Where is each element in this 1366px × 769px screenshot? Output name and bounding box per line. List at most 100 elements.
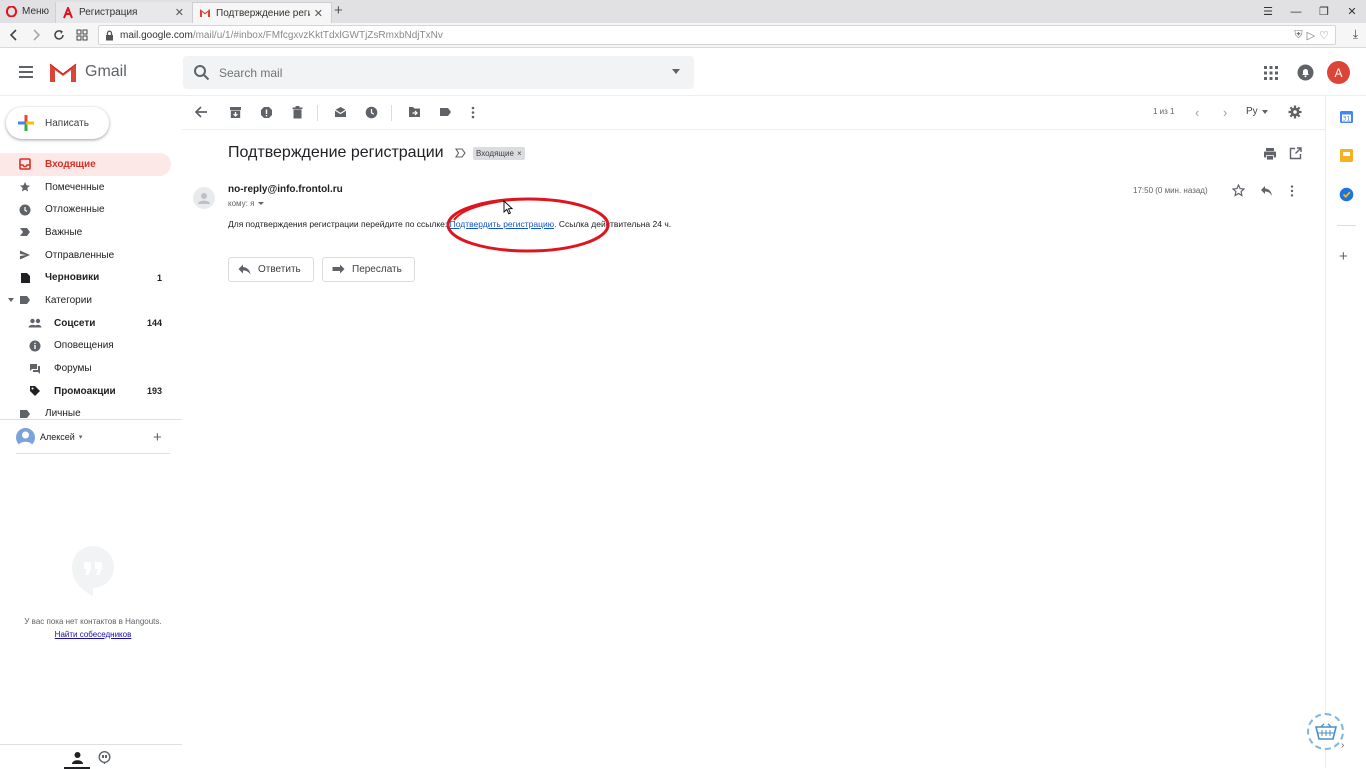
- forward-button[interactable]: Переслать: [322, 257, 415, 282]
- notifications-icon[interactable]: [1297, 64, 1314, 81]
- new-tab-plus-icon[interactable]: +: [334, 2, 343, 19]
- site-favicon-icon: [62, 6, 74, 19]
- minimize-icon[interactable]: —: [1282, 0, 1310, 23]
- download-icon[interactable]: ⤓: [1353, 27, 1358, 42]
- sidebar-item-label: Входящие: [45, 158, 96, 170]
- tab-close-icon[interactable]: ✕: [314, 7, 323, 20]
- back-icon[interactable]: [6, 27, 22, 43]
- reply-button[interactable]: Ответить: [228, 257, 314, 282]
- labels-icon[interactable]: [438, 105, 452, 119]
- importance-marker-icon[interactable]: [455, 148, 466, 158]
- older-chevron-icon[interactable]: ›: [1223, 105, 1227, 120]
- contacts-person-icon[interactable]: [71, 751, 84, 764]
- sidebar-item-categories[interactable]: Категории: [0, 289, 182, 312]
- expand-chevron-icon[interactable]: ›: [1341, 740, 1344, 751]
- info-icon: [28, 339, 42, 353]
- sidebar-item-sent[interactable]: Отправленные: [0, 244, 182, 267]
- archive-icon[interactable]: [228, 105, 242, 119]
- sidebar-item-promotions[interactable]: Промоакции 193: [0, 380, 182, 403]
- bookmark-heart-icon[interactable]: ♡: [1319, 29, 1329, 42]
- newer-chevron-icon[interactable]: ‹: [1195, 105, 1199, 120]
- gmail-header: Gmail A: [0, 49, 1366, 96]
- window-controls: ☰ — ❐ ✕: [1254, 0, 1366, 23]
- delete-icon[interactable]: [290, 105, 304, 119]
- tab-gmail-active[interactable]: Подтверждение регистра ✕: [192, 2, 332, 23]
- lock-icon: [105, 30, 114, 41]
- apps-grid-icon[interactable]: [1263, 65, 1279, 81]
- main-menu-icon[interactable]: [16, 62, 36, 82]
- move-to-icon[interactable]: [407, 105, 421, 119]
- calendar-icon[interactable]: 31: [1339, 109, 1354, 124]
- sidebar-item-social[interactable]: Соцсети 144: [0, 312, 182, 335]
- sidebar-item-forums[interactable]: Форумы: [0, 357, 182, 380]
- hangouts-user[interactable]: Алексей ▾ +: [16, 426, 176, 448]
- keep-icon[interactable]: [1339, 148, 1354, 163]
- shopping-basket-widget-icon[interactable]: [1307, 713, 1344, 750]
- forward-icon[interactable]: [28, 27, 44, 43]
- sidebar-item-personal[interactable]: Личные: [0, 403, 182, 426]
- sidebar-item-inbox[interactable]: Входящие: [0, 153, 171, 176]
- star-outline-icon[interactable]: [1232, 184, 1245, 197]
- get-addons-plus-icon[interactable]: +: [1339, 249, 1348, 264]
- message-more-icon[interactable]: [1290, 185, 1300, 197]
- compose-plus-icon: [16, 113, 36, 133]
- search-icon[interactable]: [193, 64, 210, 81]
- recipient-line[interactable]: кому: я: [228, 199, 265, 208]
- tab-registration[interactable]: Регистрация ✕: [55, 2, 192, 23]
- tag-icon: [28, 384, 42, 398]
- sender-address[interactable]: no-reply@info.frontol.ru: [228, 184, 343, 195]
- more-actions-icon[interactable]: [466, 105, 480, 119]
- forward-label: Переслать: [352, 264, 402, 275]
- sidebar-item-important[interactable]: Важные: [0, 221, 182, 244]
- back-to-inbox-icon[interactable]: [194, 105, 208, 119]
- forum-icon: [28, 362, 42, 376]
- input-tools-selector[interactable]: Ру: [1246, 106, 1268, 117]
- reply-icon[interactable]: [1260, 185, 1273, 197]
- speed-dial-icon[interactable]: [74, 27, 90, 43]
- reload-icon[interactable]: [51, 27, 67, 43]
- mark-unread-icon[interactable]: [333, 105, 347, 119]
- toolbar-separator: [391, 105, 392, 121]
- show-details-caret-icon[interactable]: [258, 202, 265, 205]
- star-icon: [18, 180, 32, 194]
- settings-gear-icon[interactable]: [1288, 105, 1302, 119]
- search-input[interactable]: [219, 62, 649, 83]
- report-spam-icon[interactable]: [259, 105, 273, 119]
- account-avatar[interactable]: A: [1327, 61, 1350, 84]
- tasks-icon[interactable]: [1339, 187, 1354, 202]
- gmail-logo-icon[interactable]: [49, 61, 77, 83]
- pagination-text: 1 из 1: [1153, 107, 1175, 116]
- tab-menu-icon[interactable]: ☰: [1254, 0, 1282, 23]
- sidebar-item-starred[interactable]: Помеченные: [0, 176, 182, 199]
- browser-address-bar: mail.google.com/mail/u/1/#inbox/FMfcgxvz…: [0, 23, 1366, 48]
- snooze-icon[interactable]: [364, 105, 378, 119]
- remove-label-icon[interactable]: ×: [517, 149, 522, 158]
- search-box[interactable]: [183, 56, 694, 89]
- restore-icon[interactable]: ❐: [1310, 0, 1338, 23]
- sidebar-item-drafts[interactable]: Черновики 1: [0, 266, 182, 289]
- sidebar-item-updates[interactable]: Оповещения: [0, 335, 182, 358]
- add-contact-icon[interactable]: +: [153, 429, 162, 446]
- mouse-cursor-icon: [503, 200, 513, 215]
- url-text: mail.google.com/mail/u/1/#inbox/FMfcgxvz…: [120, 29, 443, 41]
- compose-button[interactable]: Написать: [6, 107, 109, 139]
- user-dropdown-icon[interactable]: ▾: [79, 433, 83, 441]
- vpn-shield-icon[interactable]: ⛨: [1294, 29, 1302, 42]
- search-options-dropdown-icon[interactable]: [672, 69, 680, 74]
- conversations-icon[interactable]: [98, 751, 111, 764]
- close-window-icon[interactable]: ✕: [1338, 0, 1366, 23]
- side-panel-separator: [1337, 225, 1356, 226]
- forward-arrow-icon: [332, 264, 345, 275]
- share-icon[interactable]: ▷: [1307, 29, 1315, 42]
- print-icon[interactable]: [1263, 147, 1277, 161]
- tab-close-icon[interactable]: ✕: [175, 6, 184, 19]
- message-time: 17:50 (0 мин. назад): [1133, 186, 1208, 195]
- toolbar-separator: [317, 105, 318, 121]
- find-contacts-link[interactable]: Найти собеседников: [20, 628, 166, 641]
- url-field[interactable]: mail.google.com/mail/u/1/#inbox/FMfcgxvz…: [98, 25, 1336, 45]
- expand-caret-icon[interactable]: [8, 298, 14, 303]
- opera-menu-button[interactable]: Меню: [0, 0, 54, 23]
- open-in-new-window-icon[interactable]: [1289, 147, 1302, 160]
- sidebar-item-snoozed[interactable]: Отложенные: [0, 198, 182, 221]
- send-icon: [18, 248, 32, 262]
